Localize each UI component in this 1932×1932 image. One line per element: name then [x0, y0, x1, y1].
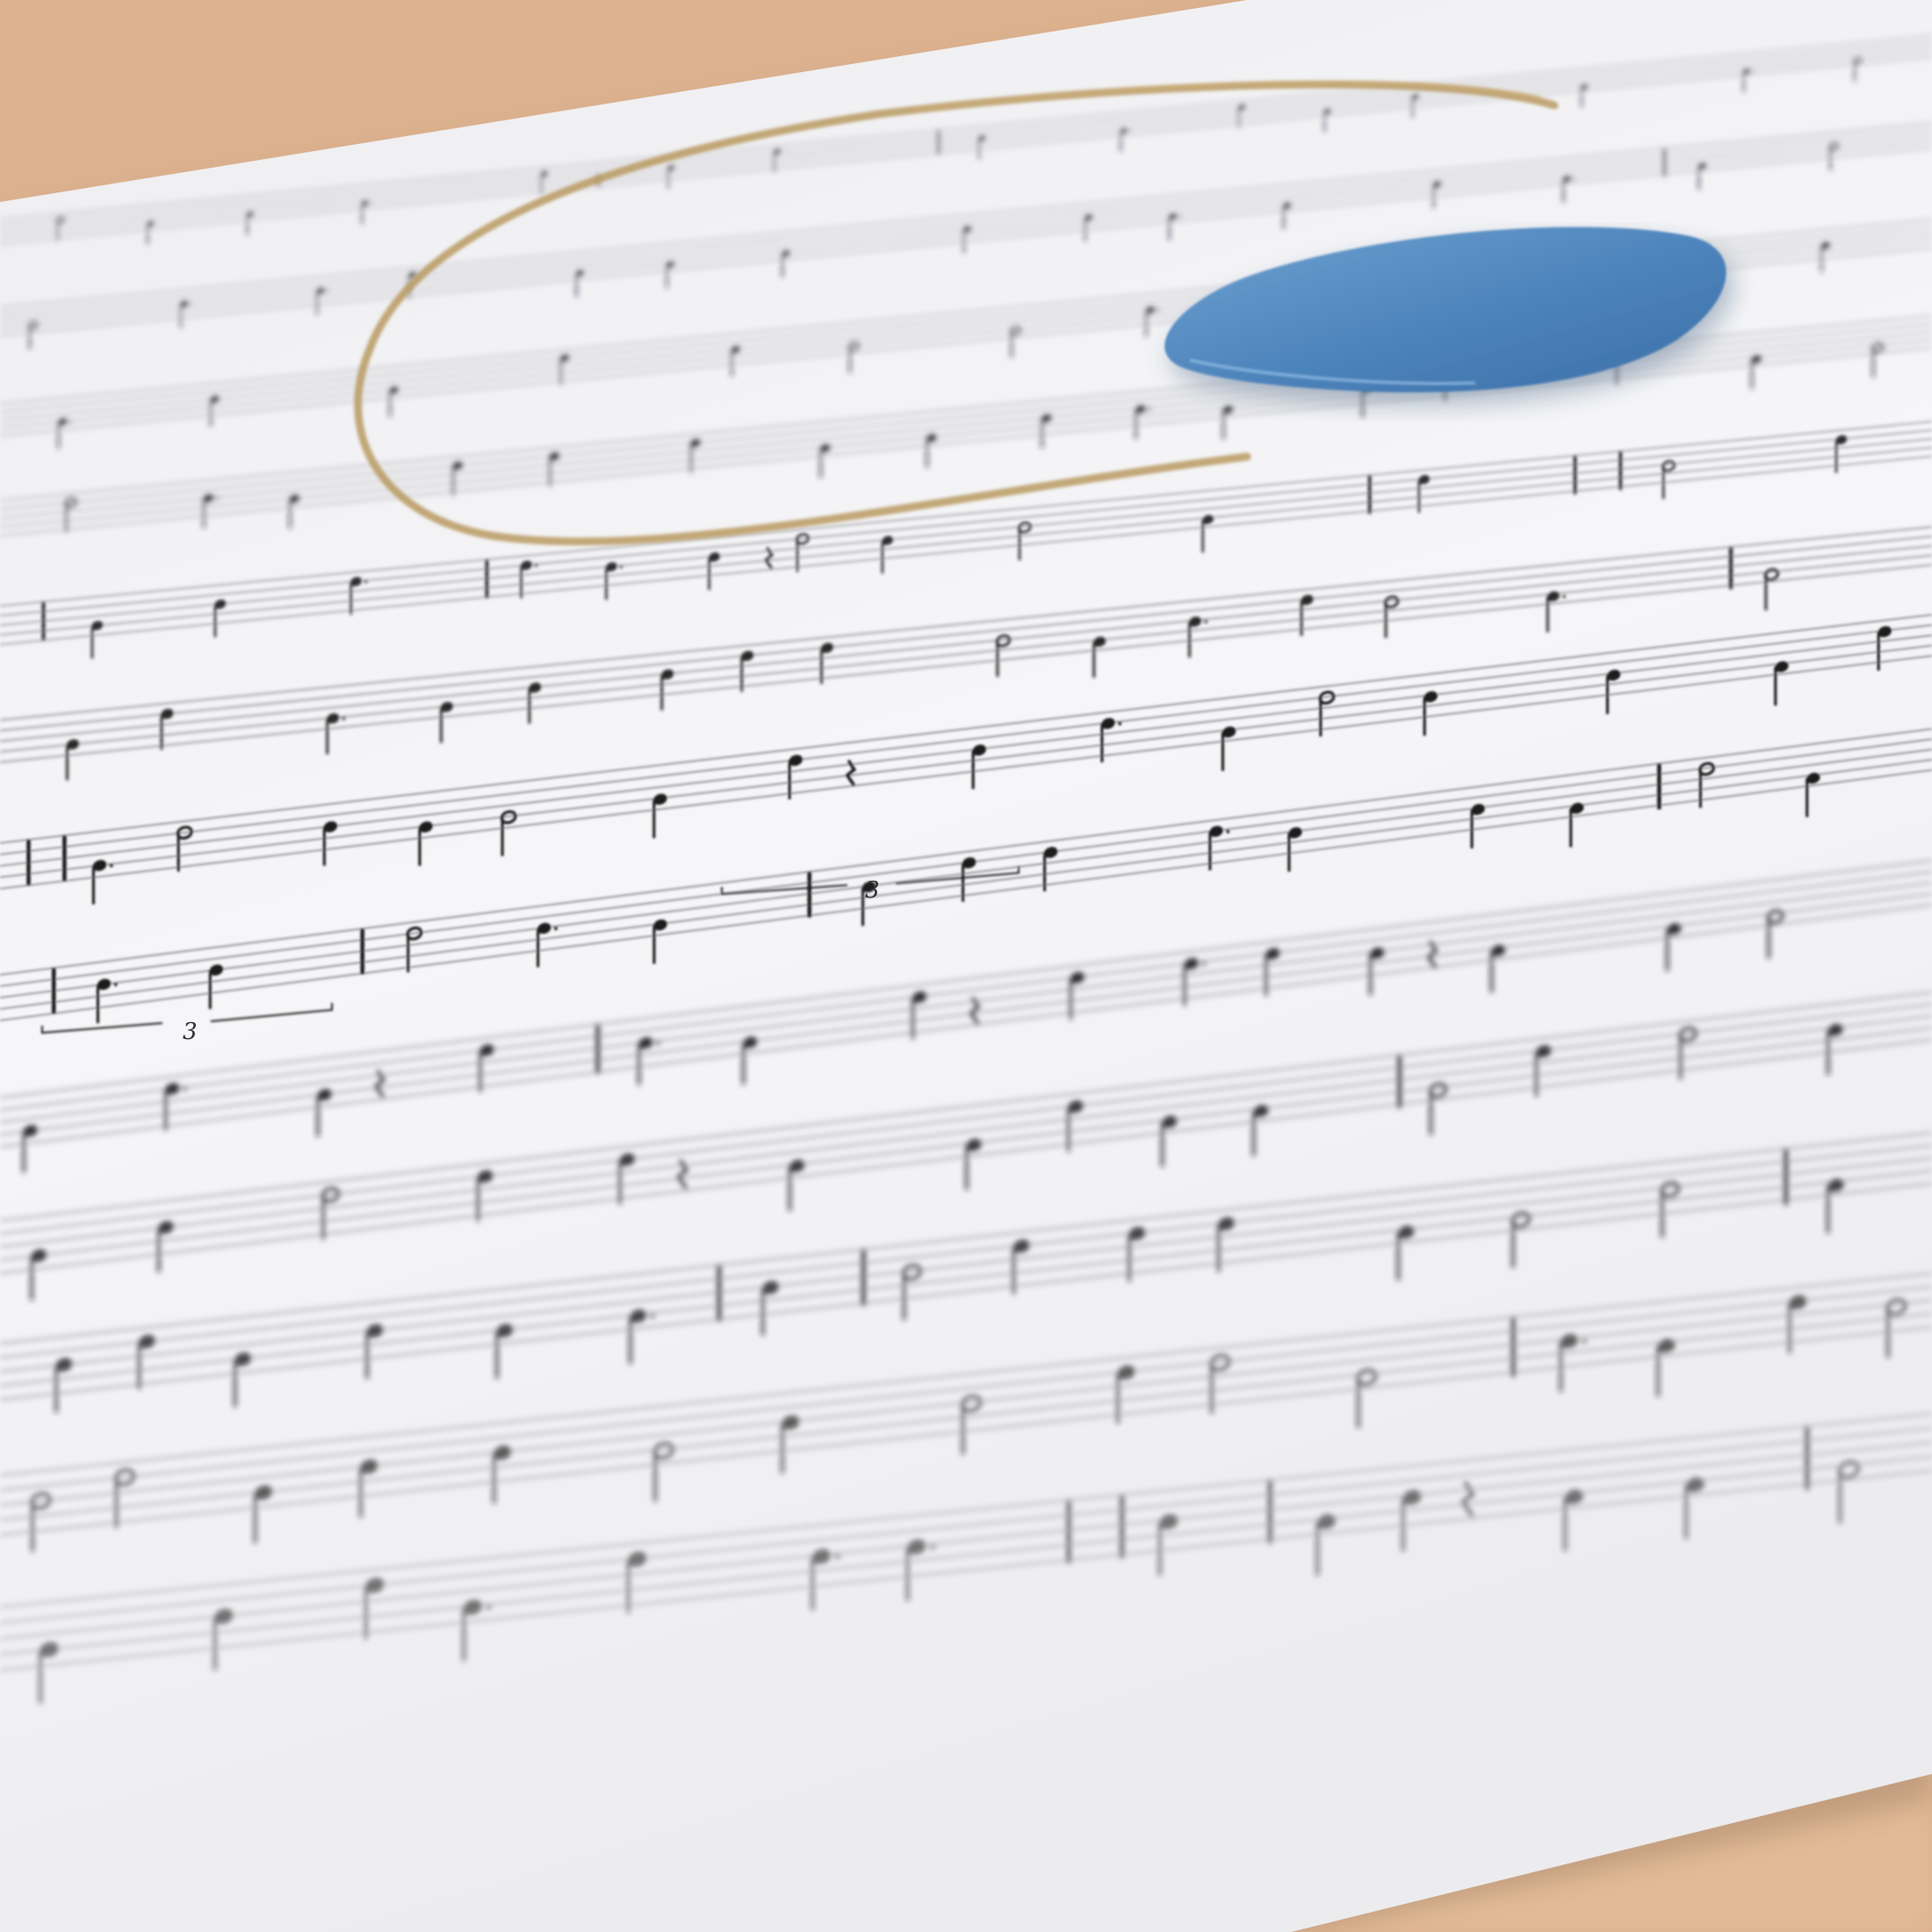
triplet-label: 3 — [183, 1019, 198, 1045]
triplet-label: 3 — [865, 877, 880, 904]
photo-scene: 3 3 — [0, 0, 1932, 1932]
